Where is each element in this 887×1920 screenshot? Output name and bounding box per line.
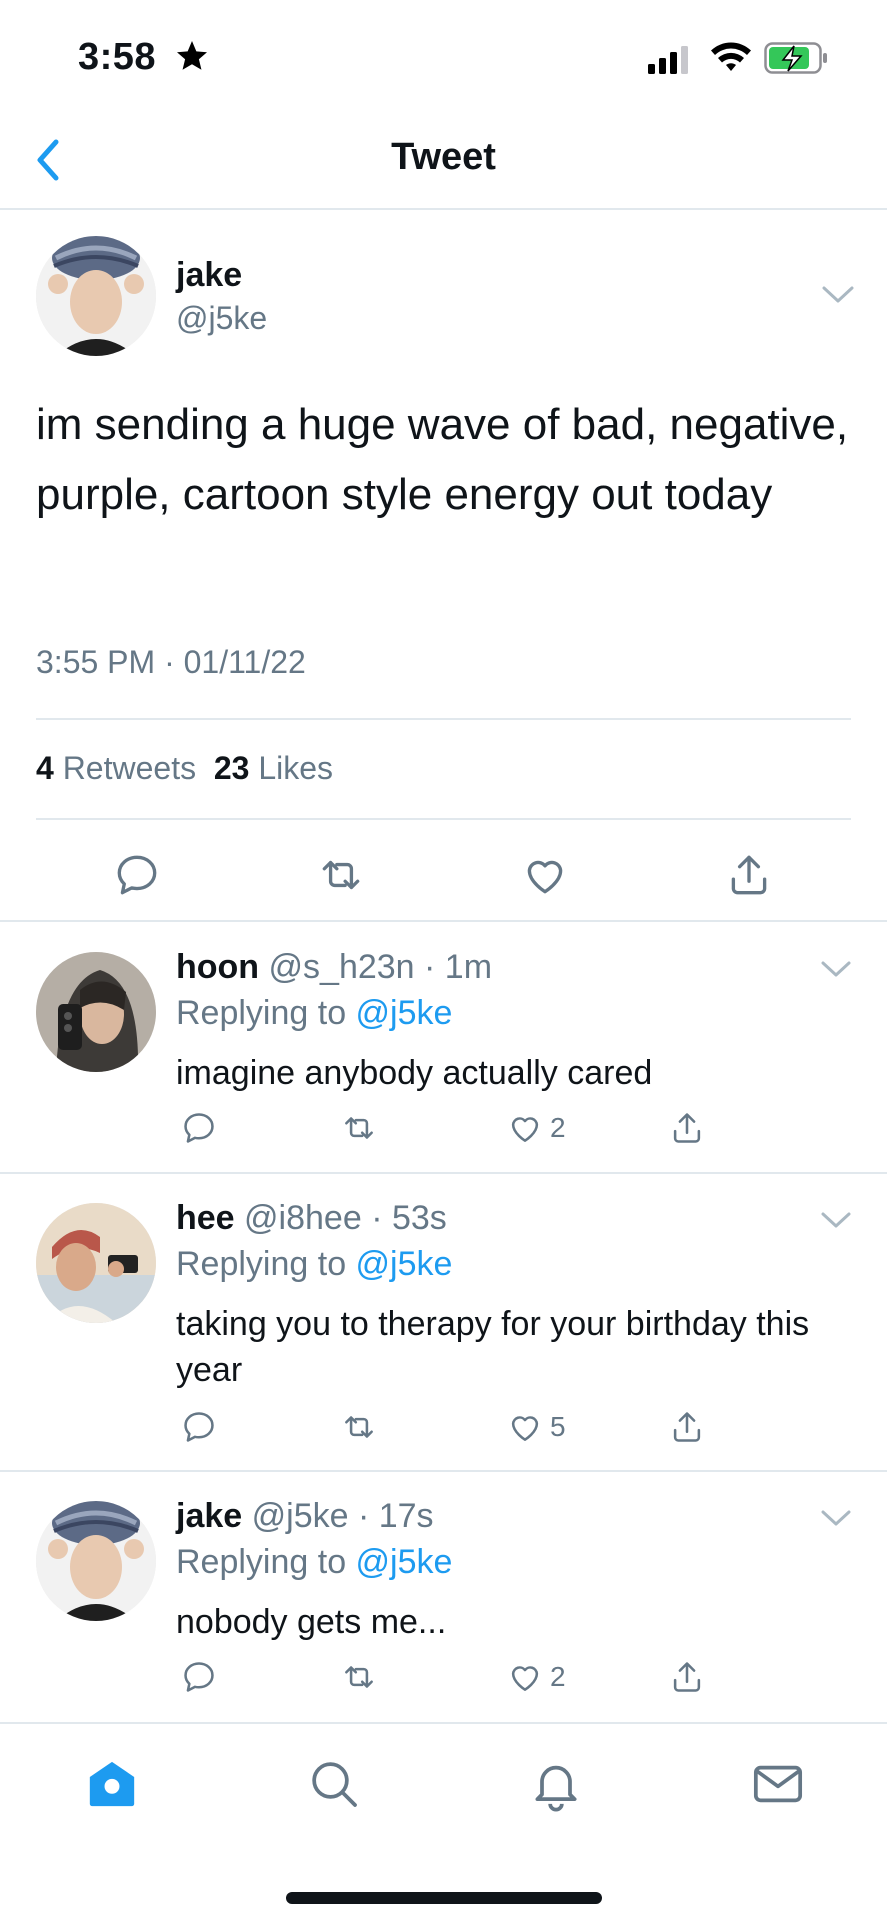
reply-meta: @s_h23n · 1m: [268, 948, 493, 986]
retweet-button[interactable]: [340, 1405, 378, 1449]
avatar[interactable]: [36, 1203, 156, 1323]
reply-text: imagine anybody actually cared: [176, 1054, 653, 1092]
comment-icon: [184, 1412, 214, 1442]
like-count: 2: [550, 1661, 566, 1692]
retweets-count[interactable]: 4: [36, 750, 54, 786]
retweets-label[interactable]: Retweets: [63, 750, 196, 786]
chevron-down-icon[interactable]: [818, 1507, 854, 1529]
tab-bar: [0, 1722, 887, 1920]
cellular-signal-icon: [648, 46, 688, 74]
author-name[interactable]: jake: [176, 256, 242, 295]
like-button[interactable]: 5: [506, 1405, 566, 1449]
author-handle[interactable]: @j5ke: [176, 300, 267, 337]
mention-link[interactable]: @j5ke: [356, 1543, 453, 1581]
replying-to: Replying to @j5ke: [176, 994, 452, 1033]
avatar[interactable]: [36, 1501, 156, 1621]
reply-tweet[interactable]: jake @j5ke · 17s Replying to @j5ke nobod…: [0, 1471, 887, 1721]
bell-icon[interactable]: [528, 1756, 584, 1812]
tweet-stats: 4 Retweets 23 Likes: [36, 750, 333, 787]
replying-to-prefix: Replying to: [176, 994, 356, 1032]
avatar-image: [36, 236, 156, 356]
reply-actions: 2: [0, 1106, 887, 1156]
heart-icon: [511, 1117, 539, 1142]
avatar[interactable]: [36, 236, 156, 356]
retweet-button[interactable]: [340, 1655, 378, 1699]
mention-link[interactable]: @j5ke: [356, 994, 453, 1032]
share-icon[interactable]: [724, 850, 774, 900]
reply-meta: @j5ke · 17s: [251, 1497, 434, 1535]
like-count: 2: [550, 1112, 566, 1143]
like-button[interactable]: 2: [506, 1106, 566, 1150]
star-icon: [177, 41, 207, 70]
avatar-image: [36, 952, 156, 1072]
share-icon: [673, 1662, 701, 1692]
reply-meta: @i8hee · 53s: [244, 1199, 447, 1237]
retweet-button[interactable]: [340, 1106, 378, 1150]
divider: [36, 818, 851, 820]
reply-header: hee @i8hee · 53s: [176, 1199, 447, 1238]
retweet-icon: [345, 1666, 373, 1688]
heart-icon: [511, 1416, 539, 1441]
replying-to-prefix: Replying to: [176, 1543, 356, 1581]
heart-icon[interactable]: [520, 850, 570, 900]
share-button[interactable]: [668, 1106, 706, 1150]
heart-icon: [511, 1666, 539, 1691]
reply-actions: 5: [0, 1405, 887, 1455]
home-indicator: [286, 1892, 602, 1904]
reply-tweet[interactable]: hee @i8hee · 53s Replying to @j5ke takin…: [0, 1173, 887, 1469]
likes-count[interactable]: 23: [214, 750, 250, 786]
reply-text: nobody gets me...: [176, 1603, 447, 1641]
reply-header: hoon @s_h23n · 1m: [176, 948, 492, 987]
like-button[interactable]: 2: [506, 1655, 566, 1699]
replying-to-prefix: Replying to: [176, 1245, 356, 1283]
avatar-image: [36, 1203, 156, 1323]
likes-label[interactable]: Likes: [258, 750, 333, 786]
mail-icon[interactable]: [750, 1756, 806, 1812]
reply-text: taking you to therapy for your birthday …: [176, 1305, 810, 1389]
retweet-icon: [345, 1416, 373, 1438]
replying-to: Replying to @j5ke: [176, 1245, 452, 1284]
tweet-text: im sending a huge wave of bad, negative,…: [36, 400, 849, 519]
share-icon: [673, 1412, 701, 1442]
share-icon: [673, 1113, 701, 1143]
share-button[interactable]: [668, 1655, 706, 1699]
page-title: Tweet: [391, 136, 496, 178]
replying-to: Replying to @j5ke: [176, 1543, 452, 1582]
status-time: 3:58: [78, 36, 157, 78]
comment-icon: [184, 1113, 214, 1143]
nav-header: Tweet: [0, 110, 887, 210]
retweet-icon[interactable]: [316, 850, 366, 900]
mention-link[interactable]: @j5ke: [356, 1245, 453, 1283]
comment-button[interactable]: [180, 1405, 218, 1449]
search-icon[interactable]: [306, 1756, 362, 1812]
reply-tweet[interactable]: hoon @s_h23n · 1m Replying to @j5ke imag…: [0, 922, 887, 1172]
avatar-image: [36, 1501, 156, 1621]
share-button[interactable]: [668, 1405, 706, 1449]
avatar[interactable]: [36, 952, 156, 1072]
reply-author-name[interactable]: hoon: [176, 948, 259, 986]
status-bar: 3:58: [0, 0, 887, 110]
divider: [36, 718, 851, 720]
like-count: 5: [550, 1411, 566, 1442]
reply-author-name[interactable]: jake: [176, 1497, 242, 1535]
reply-actions: 2: [0, 1655, 887, 1705]
chevron-down-icon[interactable]: [818, 282, 858, 306]
chevron-down-icon[interactable]: [818, 958, 854, 980]
comment-icon[interactable]: [112, 850, 162, 900]
chevron-down-icon[interactable]: [818, 1209, 854, 1231]
battery-charging-icon: [764, 42, 827, 74]
retweet-icon: [345, 1117, 373, 1139]
wifi-icon: [711, 42, 751, 71]
comment-button[interactable]: [180, 1106, 218, 1150]
tweet-timestamp: 3:55 PM · 01/11/22: [36, 644, 306, 680]
comment-icon: [184, 1662, 214, 1692]
home-icon[interactable]: [84, 1756, 140, 1812]
tweet-actions: [0, 842, 887, 912]
comment-button[interactable]: [180, 1655, 218, 1699]
reply-author-name[interactable]: hee: [176, 1199, 235, 1237]
reply-header: jake @j5ke · 17s: [176, 1497, 434, 1536]
